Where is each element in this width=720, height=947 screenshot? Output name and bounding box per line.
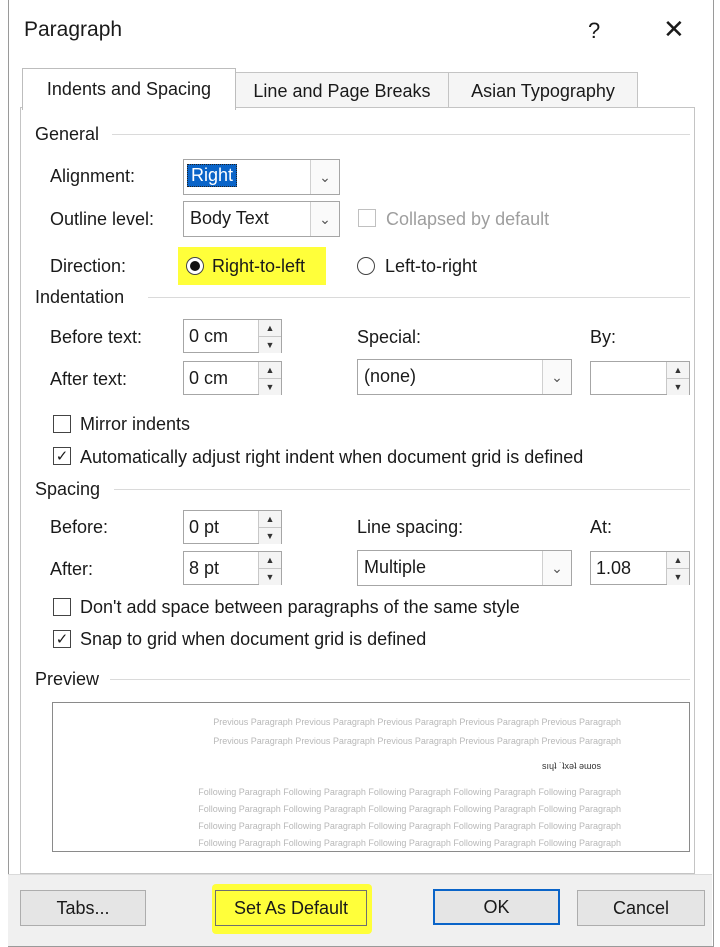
spacing-before-value: 0 pt xyxy=(189,517,220,537)
ok-button[interactable]: OK xyxy=(433,889,560,925)
spacing-header: Spacing xyxy=(35,479,101,499)
snap-to-grid-label: Snap to grid when document grid is defin… xyxy=(80,629,427,649)
tab-indents-and-spacing[interactable]: Indents and Spacing xyxy=(22,68,236,110)
spacing-before-spinner[interactable]: 0 pt ▲ ▼ xyxy=(183,510,282,544)
tabs-button-label: Tabs... xyxy=(56,897,110,918)
preview-previous-line: Previous Paragraph Previous Paragraph Pr… xyxy=(213,736,621,746)
before-text-spinner[interactable]: 0 cm ▲ ▼ xyxy=(183,319,282,353)
spin-up-icon[interactable]: ▲ xyxy=(259,320,281,336)
spin-down-icon[interactable]: ▼ xyxy=(259,527,281,544)
tab-label: Asian Typography xyxy=(471,80,615,101)
chevron-down-icon: ⌄ xyxy=(310,160,339,194)
alignment-label: Alignment: xyxy=(50,166,136,186)
special-select[interactable]: (none) ⌄ xyxy=(357,359,572,395)
line-spacing-select[interactable]: Multiple ⌄ xyxy=(357,550,572,586)
dont-add-space-label: Don't add space between paragraphs of th… xyxy=(80,597,520,617)
before-text-value: 0 cm xyxy=(189,326,229,346)
check-icon: ✓ xyxy=(55,447,69,465)
preview-following-line: Following Paragraph Following Paragraph … xyxy=(198,838,621,848)
ok-label: OK xyxy=(483,896,510,917)
preview-current-line: sıɥʇ ˙ʇxǝʇ ǝɯos xyxy=(541,761,601,771)
rtl-radio[interactable] xyxy=(186,257,204,275)
spin-down-icon[interactable]: ▼ xyxy=(667,378,689,395)
preview-following-line: Following Paragraph Following Paragraph … xyxy=(198,804,621,814)
at-value: 1.08 xyxy=(596,558,632,578)
spin-down-icon[interactable]: ▼ xyxy=(259,568,281,585)
ltr-label: Left-to-right xyxy=(385,256,478,276)
preview-following-line: Following Paragraph Following Paragraph … xyxy=(198,787,621,797)
collapsed-checkbox[interactable] xyxy=(358,209,376,227)
tab-asian-typography[interactable]: Asian Typography xyxy=(448,72,638,109)
set-as-default-button[interactable]: Set As Default xyxy=(215,890,367,926)
chevron-down-icon: ⌄ xyxy=(542,360,571,394)
tab-label: Indents and Spacing xyxy=(46,79,212,99)
general-header: General xyxy=(35,124,100,144)
spin-up-icon[interactable]: ▲ xyxy=(259,552,281,568)
tabs-button[interactable]: Tabs... xyxy=(20,890,146,926)
mirror-indents-checkbox[interactable] xyxy=(53,415,71,433)
outline-level-value: Body Text xyxy=(190,208,269,228)
spin-up-icon[interactable]: ▲ xyxy=(259,362,281,378)
preview-header: Preview xyxy=(35,669,100,689)
special-label: Special: xyxy=(357,327,422,347)
line-spacing-value: Multiple xyxy=(364,557,427,577)
at-spinner[interactable]: 1.08 ▲ ▼ xyxy=(590,551,690,585)
chevron-down-icon: ⌄ xyxy=(542,551,571,585)
preview-box: Previous Paragraph Previous Paragraph Pr… xyxy=(52,702,690,852)
after-text-value: 0 cm xyxy=(189,368,229,388)
mirror-indents-label: Mirror indents xyxy=(80,414,191,434)
ltr-radio[interactable] xyxy=(357,257,375,275)
outline-level-label: Outline level: xyxy=(50,209,155,229)
line-spacing-label: Line spacing: xyxy=(357,517,464,537)
spacing-before-label: Before: xyxy=(50,517,109,537)
alignment-select[interactable]: Right ⌄ xyxy=(183,159,340,195)
general-divider xyxy=(112,134,690,135)
tab-line-and-page-breaks[interactable]: Line and Page Breaks xyxy=(234,72,450,109)
preview-following-line: Following Paragraph Following Paragraph … xyxy=(198,821,621,831)
spin-up-icon[interactable]: ▲ xyxy=(667,552,689,568)
dialog-title: Paragraph xyxy=(24,18,123,41)
collapsed-label: Collapsed by default xyxy=(386,209,550,229)
tab-label: Line and Page Breaks xyxy=(253,80,431,101)
cancel-button[interactable]: Cancel xyxy=(577,890,705,926)
after-text-spinner[interactable]: 0 cm ▲ ▼ xyxy=(183,361,282,395)
spacing-after-spinner[interactable]: 8 pt ▲ ▼ xyxy=(183,551,282,585)
rtl-label: Right-to-left xyxy=(212,256,306,276)
check-icon: ✓ xyxy=(55,630,69,648)
spin-down-icon[interactable]: ▼ xyxy=(259,378,281,395)
radio-dot xyxy=(190,261,200,271)
preview-divider xyxy=(110,679,690,680)
before-text-label: Before text: xyxy=(50,327,143,347)
spacing-after-value: 8 pt xyxy=(189,558,220,578)
spin-down-icon[interactable]: ▼ xyxy=(667,568,689,585)
auto-adjust-checkbox[interactable]: ✓ xyxy=(53,447,71,465)
spin-down-icon[interactable]: ▼ xyxy=(259,336,281,353)
by-spinner[interactable]: ▲ ▼ xyxy=(590,361,690,395)
at-label: At: xyxy=(590,517,613,537)
dont-add-space-checkbox[interactable] xyxy=(53,598,71,616)
indentation-header: Indentation xyxy=(35,287,125,307)
auto-adjust-label: Automatically adjust right indent when d… xyxy=(80,447,584,467)
preview-previous-line: Previous Paragraph Previous Paragraph Pr… xyxy=(213,717,621,727)
after-text-label: After text: xyxy=(50,369,128,389)
outline-level-select[interactable]: Body Text ⌄ xyxy=(183,201,340,237)
set-as-default-label: Set As Default xyxy=(233,897,349,918)
by-label: By: xyxy=(590,327,617,347)
spin-up-icon[interactable]: ▲ xyxy=(667,362,689,378)
spacing-divider xyxy=(114,489,690,490)
special-value: (none) xyxy=(364,366,417,386)
chevron-down-icon: ⌄ xyxy=(310,202,339,236)
spacing-after-label: After: xyxy=(50,559,94,579)
alignment-value: Right xyxy=(187,164,238,187)
snap-to-grid-checkbox[interactable]: ✓ xyxy=(53,630,71,648)
spin-up-icon[interactable]: ▲ xyxy=(259,511,281,527)
close-icon[interactable]: ✕ xyxy=(663,14,685,45)
cancel-label: Cancel xyxy=(612,897,670,918)
direction-label: Direction: xyxy=(50,256,127,276)
indentation-divider xyxy=(148,297,690,298)
help-button[interactable]: ? xyxy=(588,18,600,44)
